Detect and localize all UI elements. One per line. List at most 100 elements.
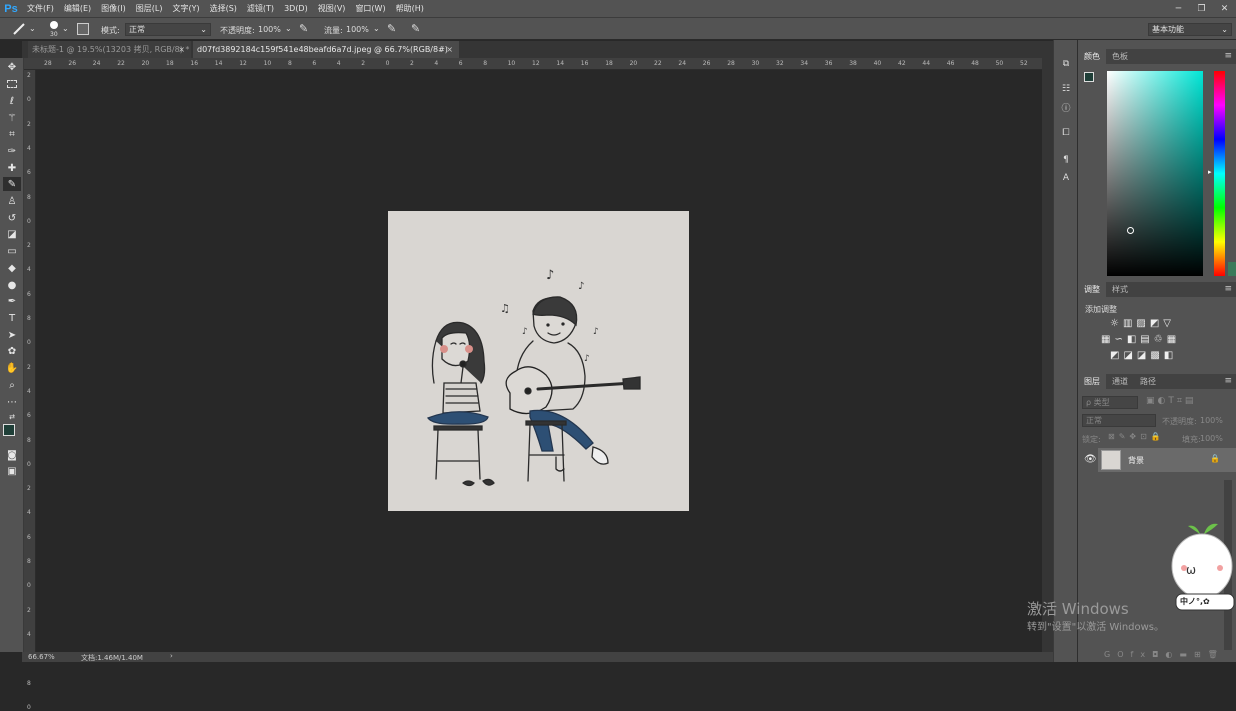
foreground-color-swatch[interactable] [1084,72,1094,82]
history-panel-icon[interactable]: ⧉ [1059,57,1073,71]
clone-stamp-tool-icon[interactable]: ♙ [3,194,21,208]
pressure-opacity-icon[interactable]: ✎ [299,22,308,35]
layer-name[interactable]: 背景 [1128,455,1144,466]
menu-edit[interactable]: 编辑(E) [59,0,96,17]
info-panel-icon[interactable]: ⓘ [1059,100,1073,114]
menu-filter[interactable]: 滤镜(T) [242,0,279,17]
menu-3d[interactable]: 3D(D) [279,0,313,17]
opacity-value[interactable]: 100% [258,25,281,34]
screen-mode-icon[interactable]: ▣ [3,464,21,478]
close-window-button[interactable]: ✕ [1213,0,1236,17]
dodge-tool-icon[interactable]: ● [3,278,21,292]
panel-menu-icon[interactable]: ≡ [1224,49,1232,64]
swap-colors-icon[interactable]: ⇄ [3,410,21,424]
document-image[interactable]: ♪ ♪ ♫ ♪ ♪ ♪ [388,211,689,511]
close-icon[interactable]: × [178,41,185,58]
blend-mode-select[interactable]: 正常 [1082,414,1156,427]
menu-image[interactable]: 图像(I) [96,0,131,17]
more-tools-icon[interactable]: ⋯ [3,395,21,409]
pressure-size-icon[interactable]: ✎ [411,22,420,35]
opacity-arrow-icon[interactable]: ⌄ [285,24,292,33]
group-icon[interactable]: ▬ [1179,650,1194,659]
adjustment-icons-row-3[interactable]: ◩◪◪▩◧ [1110,350,1177,361]
menu-window[interactable]: 窗口(W) [350,0,390,17]
panel-menu-icon[interactable]: ≡ [1224,282,1232,297]
menu-select[interactable]: 选择(S) [205,0,242,17]
eyedropper-tool-icon[interactable]: ✑ [3,144,21,158]
brush-tool-icon[interactable] [12,23,26,35]
gradient-tool-icon[interactable]: ▭ [3,244,21,258]
blur-tool-icon[interactable]: ◆ [3,261,21,275]
color-picker-cursor[interactable] [1127,227,1134,234]
history-brush-tool-icon[interactable]: ↺ [3,211,21,225]
layer-opacity-value[interactable]: 100% [1200,416,1223,425]
marquee-tool-icon[interactable] [3,77,21,91]
pen-tool-icon[interactable]: ✒ [3,294,21,308]
brush-tip-icon[interactable] [50,21,58,29]
layer-filter-icons[interactable]: ▣◐T⌗▤ [1146,396,1196,406]
visibility-eye-icon[interactable]: 👁 [1084,454,1097,465]
path-selection-tool-icon[interactable]: ➤ [3,328,21,342]
hue-slider[interactable] [1214,71,1225,276]
workspace-select[interactable]: 基本功能 ⌄ [1148,23,1232,36]
status-arrow-icon[interactable]: › [170,652,173,660]
paragraph-panel-icon[interactable]: ¶ [1059,153,1073,167]
fill-value[interactable]: 100% [1200,434,1223,443]
link-layers-icon[interactable]: GO [1104,650,1131,659]
tab-layers[interactable]: 图层 [1078,374,1106,389]
brush-picker-arrow-icon[interactable]: ⌄ [62,24,69,33]
tab-styles[interactable]: 样式 [1106,282,1134,297]
foreground-color-swatch[interactable] [3,424,15,436]
fx-icon[interactable]: fx [1131,650,1153,659]
tab-paths[interactable]: 路径 [1134,374,1162,389]
zoom-tool-icon[interactable]: ⌕ [3,378,21,392]
tab-channels[interactable]: 通道 [1106,374,1134,389]
move-tool-icon[interactable]: ✥ [3,60,21,74]
panel-scroll-handle[interactable] [1228,262,1236,276]
airbrush-icon[interactable]: ✎ [387,22,396,35]
tab-jpeg[interactable]: d07fd3892184c159f541e48beafd6a7d.jpeg @ … [193,41,459,58]
menu-help[interactable]: 帮助(H) [391,0,429,17]
type-tool-icon[interactable]: T [3,311,21,325]
menu-file[interactable]: 文件(F) [22,0,59,17]
hue-slider-arrow-icon[interactable]: ▸ [1208,168,1212,176]
layer-filter-select[interactable]: ρ 类型 [1082,396,1138,409]
restore-button[interactable]: ❐ [1190,0,1213,17]
healing-brush-tool-icon[interactable]: ✚ [3,161,21,175]
flow-value[interactable]: 100% [346,25,369,34]
brush-tool-icon[interactable]: ✎ [3,177,21,191]
tab-color[interactable]: 颜色 [1078,49,1106,64]
tab-adjustments[interactable]: 调整 [1078,282,1106,297]
crop-tool-icon[interactable]: ⌗ [3,127,21,141]
minimize-button[interactable]: ─ [1167,0,1190,17]
menu-layer[interactable]: 图层(L) [131,0,168,17]
layer-row-background[interactable]: 背景 🔒 [1098,448,1236,472]
brush-panel-icon[interactable] [77,23,89,35]
character-panel-icon[interactable]: A [1059,171,1073,185]
color-picker-field[interactable] [1107,71,1203,276]
menu-type[interactable]: 文字(Y) [167,0,204,17]
tab-untitled[interactable]: 未标题-1 @ 19.5%(13203 拷贝, RGB/8) * × [28,41,191,58]
adjustment-icons-row-1[interactable]: ☼▥▨◩▽ [1110,318,1175,329]
zoom-readout[interactable]: 66.67% [28,653,55,661]
delete-layer-icon[interactable]: 🗑 [1208,650,1225,659]
quick-mask-icon[interactable]: ◙ [3,448,21,462]
close-icon[interactable]: × [446,41,453,58]
vertical-scrollbar[interactable] [1042,58,1053,652]
mask-icon[interactable]: ◘ [1152,650,1165,659]
lock-icons[interactable]: ⊠✎✥⊡🔒 [1108,432,1165,441]
mode-select[interactable]: 正常 ⌄ [125,23,211,36]
adjustment-layer-icon[interactable]: ◐ [1165,650,1179,659]
tab-swatches[interactable]: 色板 [1106,49,1134,64]
flow-arrow-icon[interactable]: ⌄ [373,24,380,33]
magic-wand-tool-icon[interactable]: ⚚ [3,111,21,125]
adjustment-icons-row-2[interactable]: ▦∽◧▤♲▦ [1101,334,1180,345]
panel-menu-icon[interactable]: ≡ [1224,374,1232,389]
custom-shape-tool-icon[interactable]: ✿ [3,344,21,358]
menu-view[interactable]: 视图(V) [313,0,351,17]
clone-source-icon[interactable]: ⧠ [1059,126,1073,140]
eraser-tool-icon[interactable]: ◪ [3,227,21,241]
hand-tool-icon[interactable]: ✋ [3,361,21,375]
lasso-tool-icon[interactable]: ℓ [3,94,21,108]
new-layer-icon[interactable]: ⊞ [1194,650,1208,659]
